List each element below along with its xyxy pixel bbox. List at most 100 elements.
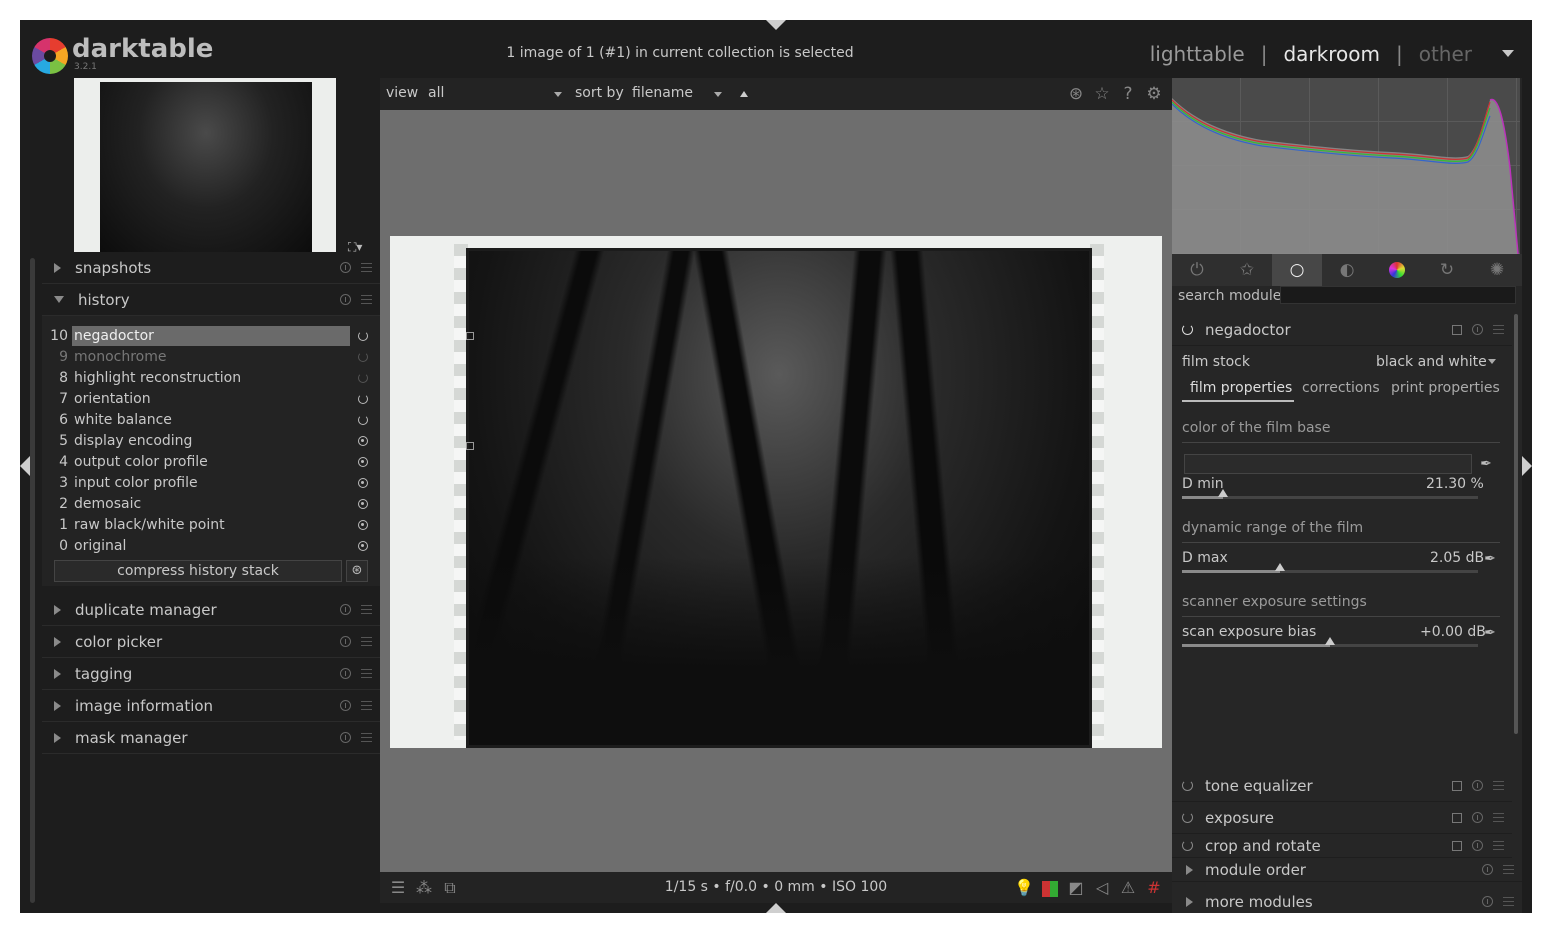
tab-color[interactable]: [1372, 254, 1422, 286]
history-item[interactable]: 9 monochrome: [50, 347, 370, 367]
module-history[interactable]: history: [42, 284, 380, 316]
tab-correct[interactable]: ↻: [1422, 254, 1472, 286]
presets-icon[interactable]: [1493, 841, 1504, 850]
film-stock-select[interactable]: black and white: [1376, 354, 1487, 370]
film-base-color-swatch[interactable]: [1184, 454, 1472, 474]
right-panel-toggle-icon[interactable]: [1522, 456, 1532, 476]
power-icon[interactable]: [1182, 812, 1193, 823]
history-item[interactable]: 10 negadoctor: [50, 326, 370, 346]
tab-favorites[interactable]: ✩: [1222, 254, 1272, 286]
reset-icon[interactable]: [1472, 324, 1483, 335]
left-scrollbar[interactable]: [30, 258, 35, 903]
dmax-slider[interactable]: [1182, 563, 1478, 573]
power-icon[interactable]: [1182, 840, 1193, 851]
left-panel-toggle-icon[interactable]: [20, 456, 30, 476]
module-negadoctor-header[interactable]: negadoctor: [1172, 314, 1512, 346]
tab-print-properties[interactable]: print properties: [1391, 380, 1500, 396]
crop-handle[interactable]: [466, 442, 474, 450]
chevron-down-icon[interactable]: [714, 92, 722, 97]
image-canvas[interactable]: [380, 110, 1172, 872]
tab-tone[interactable]: ◐: [1322, 254, 1372, 286]
bottom-panel-toggle-icon[interactable]: [766, 903, 786, 913]
module-mask-manager[interactable]: mask manager: [42, 722, 380, 754]
reset-icon[interactable]: [340, 732, 351, 743]
warning-icon[interactable]: ⚠: [1118, 878, 1138, 898]
multi-instance-icon[interactable]: [1452, 324, 1462, 335]
multi-instance-icon[interactable]: [1452, 840, 1462, 851]
help-icon[interactable]: ?: [1118, 84, 1138, 104]
history-item[interactable]: 7 orientation: [50, 389, 370, 409]
color-picker-icon[interactable]: ✒: [1482, 625, 1498, 641]
multi-instance-icon[interactable]: [1452, 812, 1462, 823]
presets-icon[interactable]: [1493, 781, 1504, 790]
reset-icon[interactable]: [340, 262, 351, 273]
reset-icon[interactable]: [1482, 864, 1493, 875]
history-item[interactable]: 1 raw black/white point: [50, 515, 370, 535]
power-icon[interactable]: [1182, 324, 1193, 335]
reset-icon[interactable]: [1472, 840, 1483, 851]
power-icon[interactable]: [1182, 780, 1193, 791]
view-filter-select[interactable]: all: [428, 85, 444, 101]
module-duplicate-manager[interactable]: duplicate manager: [42, 594, 380, 626]
color-picker-icon[interactable]: ✒: [1482, 551, 1498, 567]
navigation-thumbnail[interactable]: [74, 78, 336, 252]
history-item[interactable]: 3 input color profile: [50, 473, 370, 493]
view-other[interactable]: other: [1419, 42, 1472, 66]
tab-effect[interactable]: ✺: [1472, 254, 1522, 286]
history-item[interactable]: 2 demosaic: [50, 494, 370, 514]
gamut-check-icon[interactable]: ◩: [1066, 878, 1086, 898]
history-item[interactable]: 6 white balance: [50, 410, 370, 430]
presets-icon[interactable]: [361, 701, 372, 710]
history-item[interactable]: 8 highlight reconstruction: [50, 368, 370, 388]
lightbulb-icon[interactable]: 💡: [1014, 878, 1034, 898]
module-exposure[interactable]: exposure: [1172, 802, 1512, 834]
view-dropdown-icon[interactable]: [1502, 50, 1514, 57]
histogram[interactable]: [1172, 78, 1520, 254]
more-modules[interactable]: more modules: [1172, 890, 1522, 913]
tab-active-modules[interactable]: ⏻: [1172, 254, 1222, 286]
tab-base[interactable]: ○: [1272, 254, 1322, 286]
tab-film-properties[interactable]: film properties: [1190, 380, 1292, 396]
crop-handle[interactable]: [466, 332, 474, 340]
chevron-down-icon[interactable]: [1488, 359, 1496, 364]
softproof-icon[interactable]: [1040, 878, 1060, 898]
history-item[interactable]: 5 display encoding: [50, 431, 370, 451]
sort-order-icon[interactable]: [740, 91, 748, 97]
search-module-input[interactable]: [1280, 286, 1516, 304]
presets-icon[interactable]: [361, 605, 372, 614]
right-scrollbar[interactable]: [1514, 314, 1518, 734]
reset-icon[interactable]: [1472, 780, 1483, 791]
module-tone-equalizer[interactable]: tone equalizer: [1172, 770, 1512, 802]
presets-icon[interactable]: [1493, 325, 1504, 334]
compress-history-button[interactable]: compress history stack: [54, 560, 342, 582]
module-order[interactable]: module order: [1172, 858, 1522, 882]
tab-corrections[interactable]: corrections: [1302, 380, 1380, 396]
history-item[interactable]: 4 output color profile: [50, 452, 370, 472]
bias-thumb[interactable]: [1325, 637, 1335, 645]
presets-icon[interactable]: [361, 733, 372, 742]
module-crop-and-rotate[interactable]: crop and rotate: [1172, 834, 1512, 858]
chevron-down-icon[interactable]: [554, 92, 562, 97]
reset-icon[interactable]: [340, 700, 351, 711]
sort-select[interactable]: filename: [632, 85, 693, 101]
view-darkroom[interactable]: darkroom: [1283, 42, 1380, 66]
focus-peaking-icon[interactable]: ◁: [1092, 878, 1112, 898]
grouping-icon[interactable]: ⊛: [1066, 84, 1086, 104]
guides-icon[interactable]: #: [1144, 878, 1164, 898]
multi-instance-icon[interactable]: [1452, 780, 1462, 791]
presets-icon[interactable]: [361, 263, 372, 272]
presets-icon[interactable]: [361, 295, 372, 304]
presets-icon[interactable]: [1493, 813, 1504, 822]
dmax-thumb[interactable]: [1274, 563, 1285, 571]
module-image-information[interactable]: image information: [42, 690, 380, 722]
reset-icon[interactable]: [1472, 812, 1483, 823]
presets-icon[interactable]: [361, 669, 372, 678]
bias-slider[interactable]: [1182, 637, 1478, 647]
presets-icon[interactable]: [1503, 865, 1514, 874]
history-item[interactable]: 0 original: [50, 536, 370, 556]
star-icon[interactable]: ☆: [1092, 84, 1112, 104]
color-picker-icon[interactable]: ✒: [1478, 456, 1494, 472]
reset-icon[interactable]: [340, 604, 351, 615]
module-color-picker[interactable]: color picker: [42, 626, 380, 658]
reset-icon[interactable]: [340, 294, 351, 305]
